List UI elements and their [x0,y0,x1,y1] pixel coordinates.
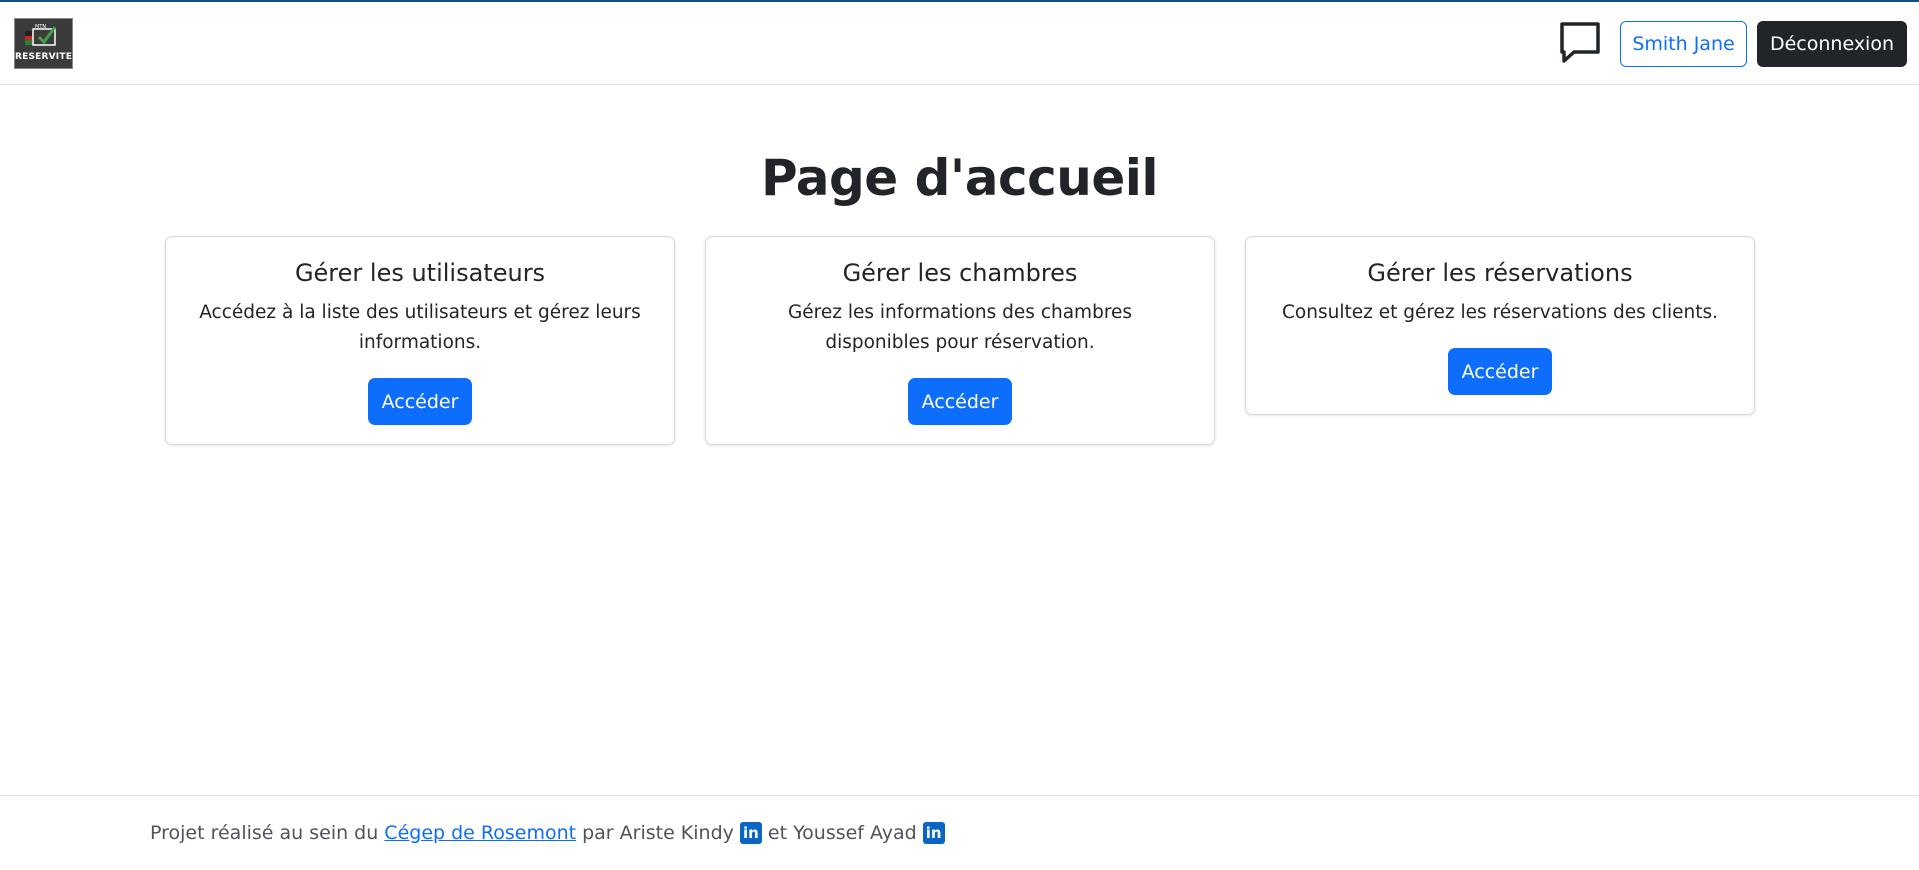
card-title: Gérer les utilisateurs [294,259,546,287]
card-title: Gérer les réservations [1367,259,1633,287]
footer-author-1: par Ariste Kindy [582,822,734,844]
card-manage-users: Gérer les utilisateurs Accédez à la list… [165,236,675,445]
linkedin-icon[interactable]: in [739,822,762,844]
card-manage-rooms: Gérer les chambres Gérez les information… [705,236,1215,445]
access-users-button[interactable]: Accéder [368,378,472,425]
chat-bubble-icon[interactable] [1558,20,1602,64]
logout-button[interactable]: Déconnexion [1757,21,1907,67]
logo-text: RESERVITE [15,52,73,62]
svg-text:MTN: MTN [35,24,46,30]
footer: Projet réalisé au sein du Cégep de Rosem… [0,795,1919,870]
page-title: Page d'accueil [760,149,1159,207]
card-text: Gérez les informations des chambres disp… [787,302,1133,353]
card-text: Accédez à la liste des utilisateurs et g… [199,302,641,353]
card-text: Consultez et gérez les réservations des … [1282,302,1718,323]
linkedin-icon[interactable]: in [922,822,945,844]
app-logo[interactable]: MTN RESERVITE [14,18,73,69]
card-title: Gérer les chambres [842,259,1078,287]
user-profile-button[interactable]: Smith Jane [1620,21,1747,67]
footer-prefix: Projet réalisé au sein du [150,822,379,844]
footer-author-2: et Youssef Ayad [767,822,917,844]
access-reservations-button[interactable]: Accéder [1448,348,1552,395]
navbar: MTN RESERVITE Smith Jane Déconnexion [0,2,1919,85]
card-manage-reservations: Gérer les réservations Consultez et gére… [1245,236,1755,415]
cegep-link[interactable]: Cégep de Rosemont [384,822,576,844]
logo-mark-icon: MTN [25,24,57,46]
footer-credits: Projet réalisé au sein du Cégep de Rosem… [150,822,951,844]
access-rooms-button[interactable]: Accéder [908,378,1012,425]
